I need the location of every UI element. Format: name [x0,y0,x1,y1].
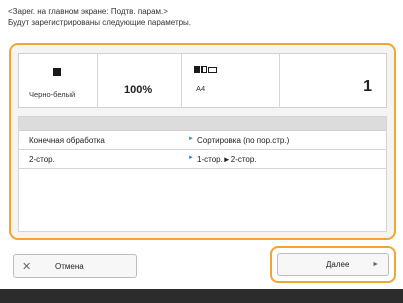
next-label: Далее [326,260,350,269]
next-button[interactable]: Далее ► [277,253,389,276]
header-line-2: Будут зарегистрированы следующие парамет… [8,18,192,27]
paper-size-label: A4 [196,84,206,93]
current-settings-bar: Черно-белый 100% A4 1 [18,53,387,108]
instruction-header: <Зарег. на главном экране: Подтв. парам.… [8,6,398,28]
arrow-right-icon: ► [188,155,194,161]
cancel-button[interactable]: ✕ Отмена [13,254,137,278]
settings-confirm-panel: Черно-белый 100% A4 1 Конечная обработка… [9,43,396,240]
list-item: Конечная обработка ► Сортировка (по пор.… [19,131,386,150]
bottom-status-bar [0,289,403,303]
paper-source-icon [194,66,217,73]
zoom-setting: 100% [98,54,182,107]
list-item: 2-стор. ► 1-стор.►2-стор. [19,150,386,169]
options-list-header [19,117,386,131]
black-white-icon [53,68,61,76]
option-name: 2-стор. [29,155,55,164]
copies-setting: 1 [280,54,386,107]
option-value: 1-стор.►2-стор. [197,155,257,164]
option-name: Конечная обработка [29,136,105,145]
arrow-right-icon: ► [188,136,194,142]
options-list: Конечная обработка ► Сортировка (по пор.… [18,116,387,232]
option-value: Сортировка (по пор.стр.) [197,136,290,145]
paper-setting: A4 [182,54,280,107]
header-line-1: <Зарег. на главном экране: Подтв. парам.… [8,7,168,16]
zoom-value: 100% [124,84,153,96]
next-button-focus: Далее ► [270,246,396,283]
close-icon: ✕ [22,261,32,273]
color-mode-setting: Черно-белый [19,54,98,107]
color-mode-label: Черно-белый [29,90,76,99]
arrow-right-icon: ► [372,261,379,268]
cancel-label: Отмена [55,262,84,271]
copies-count: 1 [363,78,372,95]
